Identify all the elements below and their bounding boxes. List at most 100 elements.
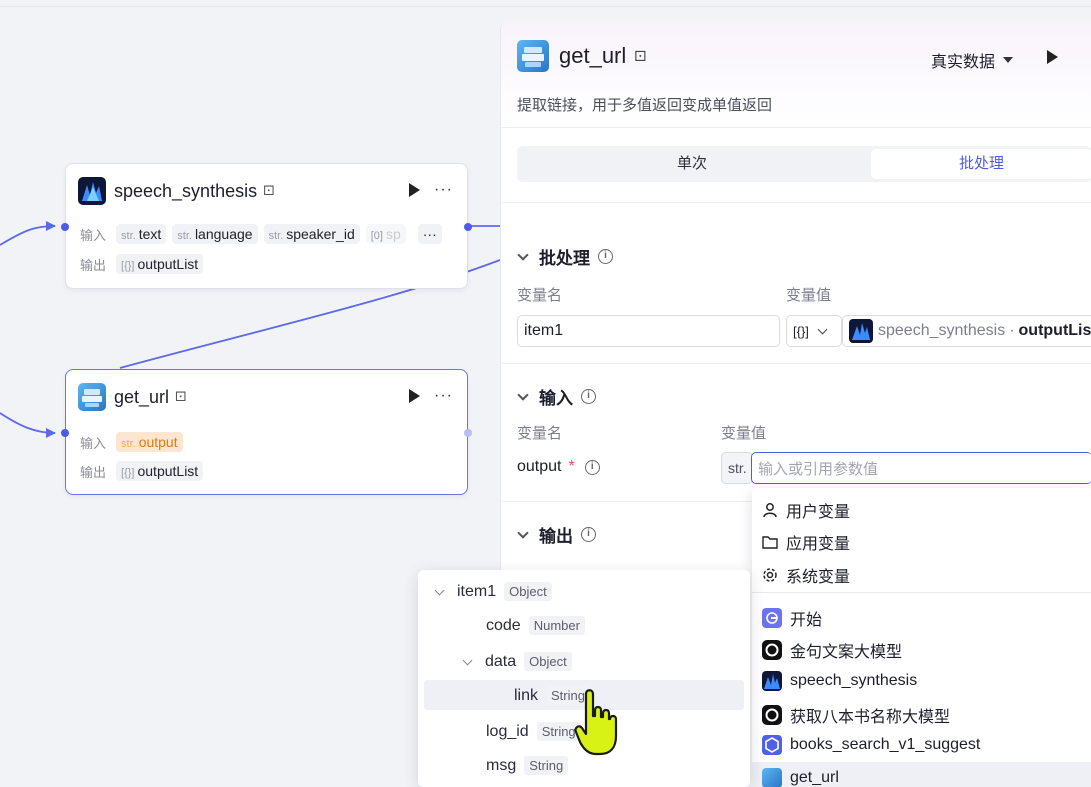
info-icon[interactable]: i	[584, 459, 600, 475]
gear-icon	[763, 568, 777, 582]
divider	[501, 202, 1091, 203]
speech-node-icon	[849, 319, 873, 343]
batch-type-select[interactable]: [{}]	[786, 315, 842, 347]
speech-synthesis-node[interactable]: speech_synthesis ⚀ ··· 输入 str. text str. l…	[61, 163, 472, 289]
tree-item-msg[interactable]: msg String	[486, 756, 569, 775]
batch-section-title: 批处理	[539, 249, 590, 268]
tab-batch[interactable]: 批处理	[871, 149, 1091, 179]
param-value-placeholder: 输入或引用参数值	[758, 460, 879, 478]
output-section-title: 输出	[539, 527, 573, 546]
col-var-value: 变量值	[786, 287, 832, 304]
ref-field-name: outputList	[1018, 322, 1091, 339]
panel-title: get_url	[559, 43, 627, 68]
run-node-button[interactable]	[409, 389, 421, 403]
dropdown-node-llm-books[interactable]: 获取八本书名称大模型	[762, 703, 950, 727]
dropdown-item-app-vars[interactable]: 应用变量	[762, 530, 850, 554]
tree-item-type: Object	[504, 582, 552, 601]
more-icon[interactable]: ···	[434, 182, 453, 198]
user-icon	[763, 503, 777, 518]
run-panel-button[interactable]	[1047, 50, 1058, 64]
col-var-name: 变量名	[517, 287, 563, 304]
hand-cursor-icon	[574, 689, 618, 756]
node-tag-icon: ⚀	[263, 183, 275, 198]
url-output-port[interactable]	[464, 429, 472, 437]
col-var-name: 变量名	[517, 425, 563, 442]
input-section-header[interactable]: 输入 i	[517, 384, 596, 409]
batch-var-name-value: item1	[524, 322, 564, 339]
tree-item-item1[interactable]: item1 Object	[434, 582, 552, 601]
batch-ref-field[interactable]: speech_synthesis · outputList	[842, 315, 1091, 347]
required-mark: *	[568, 458, 575, 475]
tree-item-data[interactable]: data Object	[462, 652, 572, 671]
dropdown-node-speech[interactable]: speech_synthesis	[762, 671, 917, 691]
chevron-down-icon[interactable]	[434, 585, 445, 595]
dropdown-node-get-url[interactable]: get_url	[762, 768, 839, 787]
dropdown-item-user-vars[interactable]: 用户变量	[762, 498, 850, 522]
input-param-label: output * i	[517, 458, 600, 476]
more-icon[interactable]: ···	[434, 388, 453, 404]
col-var-value: 变量值	[721, 425, 767, 442]
run-node-button[interactable]	[409, 183, 421, 197]
chevron-down-icon	[517, 388, 529, 401]
tree-item-name: code	[486, 616, 521, 634]
speech-node-icon	[762, 671, 782, 691]
tree-item-log-id[interactable]: log_id String	[486, 722, 581, 741]
chevron-down-icon	[817, 324, 828, 334]
speech-node-title: speech_synthesis	[114, 180, 258, 201]
param-value-input[interactable]: 输入或引用参数值	[751, 452, 1091, 484]
input-chip-output: str. output	[116, 432, 183, 452]
url-node-title: get_url	[114, 386, 170, 407]
dropdown-item-label: get_url	[790, 769, 839, 786]
tree-item-name: link	[514, 686, 539, 704]
dropdown-item-label: 金句文案大模型	[790, 644, 903, 661]
output-section-header[interactable]: 输出 i	[517, 522, 596, 547]
tree-item-type: String	[524, 756, 569, 775]
panel-description: 提取链接，用于多值返回变成单值返回	[517, 97, 773, 114]
ref-separator: ·	[1009, 322, 1015, 339]
dropdown-node-books-search[interactable]: books_search_v1_suggest	[762, 735, 980, 755]
chevron-down-icon[interactable]	[462, 655, 473, 665]
input-chip-speaker: str. speaker_id	[263, 224, 360, 244]
batch-var-name-input[interactable]: item1	[517, 315, 780, 347]
output-label: 输出	[80, 257, 107, 273]
chevron-down-icon	[517, 248, 529, 261]
data-mode-label: 真实数据	[931, 54, 996, 71]
cube-icon	[762, 735, 782, 755]
info-icon[interactable]: i	[581, 389, 596, 404]
dropdown-node-start[interactable]: 开始	[762, 606, 822, 630]
get-url-node[interactable]: get_url ⚀ ··· 输入 str. output 输出 [{}] outpu…	[61, 369, 472, 495]
speech-node-icon	[78, 177, 106, 205]
tree-item-name: msg	[486, 756, 517, 774]
url-input-port[interactable]	[61, 429, 69, 437]
output-chip-outputlist: [{}] outputList	[116, 254, 204, 274]
url-node-icon	[762, 768, 782, 787]
url-node-icon	[517, 40, 549, 72]
speech-output-port[interactable]	[464, 223, 472, 231]
dropdown-item-label: books_search_v1_suggest	[790, 736, 981, 753]
panel-header: get_url ⚀ 提取链接，用于多值返回变成单值返回 真实数据	[501, 20, 1091, 128]
tree-item-name: data	[485, 652, 517, 670]
batch-section-header[interactable]: 批处理 i	[517, 244, 613, 269]
dropdown-divider	[752, 592, 1091, 593]
data-mode-select[interactable]: 真实数据	[931, 48, 1014, 72]
tree-item-name: log_id	[486, 722, 529, 740]
chevron-down-icon	[517, 526, 529, 539]
mode-tabs: 单次 批处理	[517, 146, 1091, 182]
info-icon[interactable]: i	[581, 527, 596, 542]
node-tag-icon: ⚀	[634, 47, 647, 64]
info-icon[interactable]: i	[598, 249, 613, 264]
speech-input-port[interactable]	[61, 223, 69, 231]
folder-icon	[762, 536, 778, 549]
dropdown-item-system-vars[interactable]: 系统变量	[762, 563, 850, 587]
tree-item-type: Object	[524, 652, 572, 671]
output-label: 输出	[80, 464, 107, 480]
node-tag-icon: ⚀	[175, 389, 187, 404]
more-inputs-button[interactable]: ···	[417, 224, 442, 244]
divider	[501, 363, 1091, 364]
tab-single[interactable]: 单次	[517, 149, 867, 179]
param-type-select[interactable]: str.	[721, 452, 753, 484]
tree-item-code[interactable]: code Number	[486, 616, 585, 635]
input-label: 输入	[80, 227, 107, 243]
llm-icon	[762, 640, 782, 660]
dropdown-node-llm-quote[interactable]: 金句文案大模型	[762, 638, 902, 662]
